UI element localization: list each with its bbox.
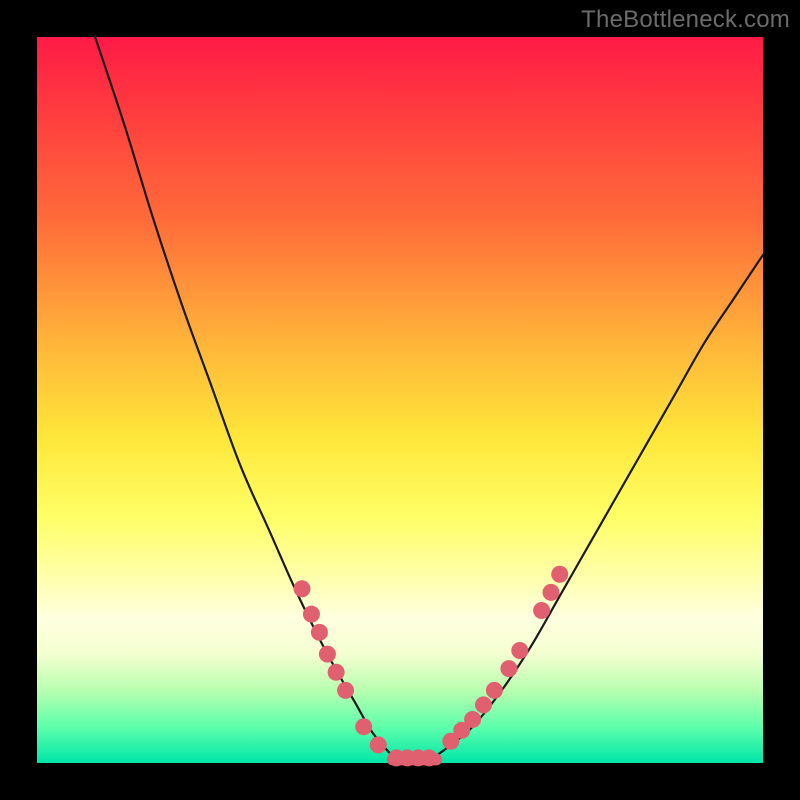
marker-dot [543,584,560,601]
chart-svg [37,37,763,763]
marker-dot [328,664,345,681]
marker-dot [500,660,517,677]
plot-area [37,37,763,763]
marker-dot [311,624,328,641]
marker-dot [337,682,354,699]
marker-dot [551,566,568,583]
right-curve [436,255,763,756]
marker-dot [511,642,528,659]
marker-dot [486,682,503,699]
watermark-text: TheBottleneck.com [581,6,790,34]
left-curve [95,37,393,756]
marker-dot [533,602,550,619]
marker-dot [475,696,492,713]
marker-dot [370,736,387,753]
marker-dots [293,566,568,767]
chart-frame: TheBottleneck.com [0,0,800,800]
marker-dot [319,646,336,663]
marker-dot [303,606,320,623]
marker-dot [293,580,310,597]
marker-dot [421,749,438,766]
marker-dot [355,718,372,735]
marker-dot [464,711,481,728]
